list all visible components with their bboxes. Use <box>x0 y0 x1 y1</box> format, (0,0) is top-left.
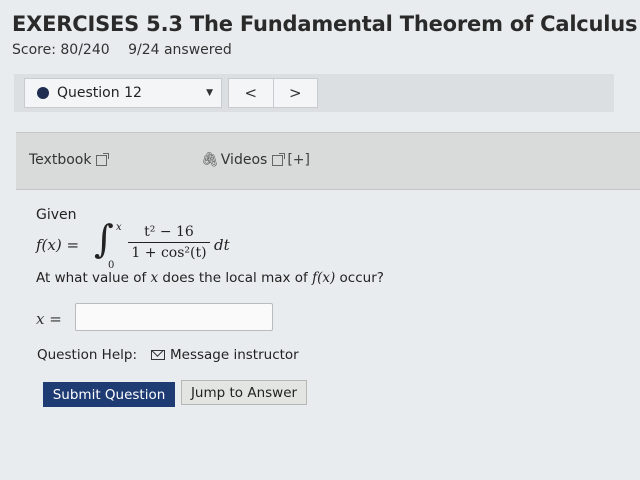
function-lhs: f(x) = <box>36 236 80 254</box>
question-help: Question Help: Message instructor <box>37 347 299 363</box>
question-nav-bar: Question 12 ▼ < > <box>14 74 614 112</box>
previous-question-button[interactable]: < <box>229 79 273 107</box>
message-instructor-label: Message instructor <box>170 347 299 363</box>
prompt-text-3: occur? <box>335 270 384 286</box>
next-question-button[interactable]: > <box>272 79 318 107</box>
textbook-label: Textbook <box>29 152 92 168</box>
resources-panel: Textbook 🖇 Videos [+] <box>16 132 640 190</box>
upper-limit: x <box>116 222 122 233</box>
jump-to-answer-button[interactable]: Jump to Answer <box>181 380 307 405</box>
submit-question-button[interactable]: Submit Question <box>43 382 175 407</box>
videos-expand-toggle[interactable]: [+] <box>287 152 310 168</box>
answered-count: 9/24 answered <box>128 42 232 58</box>
message-instructor-link[interactable]: Message instructor <box>151 347 299 363</box>
integral-formula: f(x) = ∫ x 0 t² − 16 1 + cos²(t) dt <box>36 217 256 272</box>
answer-input[interactable] <box>75 303 273 331</box>
prompt-function: f(x) <box>312 270 336 286</box>
textbook-link[interactable]: Textbook <box>29 152 110 168</box>
prompt-variable: x <box>150 270 159 286</box>
question-prompt: At what value of x does the local max of… <box>36 270 384 286</box>
integrand-denominator: 1 + cos²(t) <box>131 245 207 261</box>
caret-down-icon: ▼ <box>206 88 213 98</box>
question-help-label: Question Help: <box>37 347 137 363</box>
prompt-text-2: does the local max of <box>158 270 313 286</box>
integrand-fraction: t² − 16 1 + cos²(t) <box>128 224 210 261</box>
answer-label: x = <box>36 310 62 328</box>
integral-sign-icon: ∫ <box>94 217 114 261</box>
given-label: Given <box>36 207 77 223</box>
score-line: Score: 80/240 9/24 answered <box>12 42 232 58</box>
external-link-icon <box>96 152 110 166</box>
external-link-icon <box>272 152 286 166</box>
differential: dt <box>214 236 230 254</box>
question-status-dot-icon <box>37 87 49 99</box>
fraction-bar <box>128 242 210 243</box>
envelope-icon <box>151 350 165 360</box>
question-select-label: Question 12 <box>57 85 142 101</box>
prompt-text-1: At what value of <box>36 270 151 286</box>
paperclip-icon: 🖇 <box>201 152 219 168</box>
homework-page: EXERCISES 5.3 The Fundamental Theorem of… <box>0 0 640 480</box>
question-select[interactable]: Question 12 ▼ <box>24 78 222 108</box>
score-text: Score: 80/240 <box>12 42 110 58</box>
videos-label: Videos <box>220 152 268 168</box>
videos-link[interactable]: 🖇 Videos [+] <box>201 152 310 168</box>
question-pager: < > <box>228 78 318 108</box>
integrand-numerator: t² − 16 <box>144 224 194 240</box>
page-title: EXERCISES 5.3 The Fundamental Theorem of… <box>12 12 638 36</box>
